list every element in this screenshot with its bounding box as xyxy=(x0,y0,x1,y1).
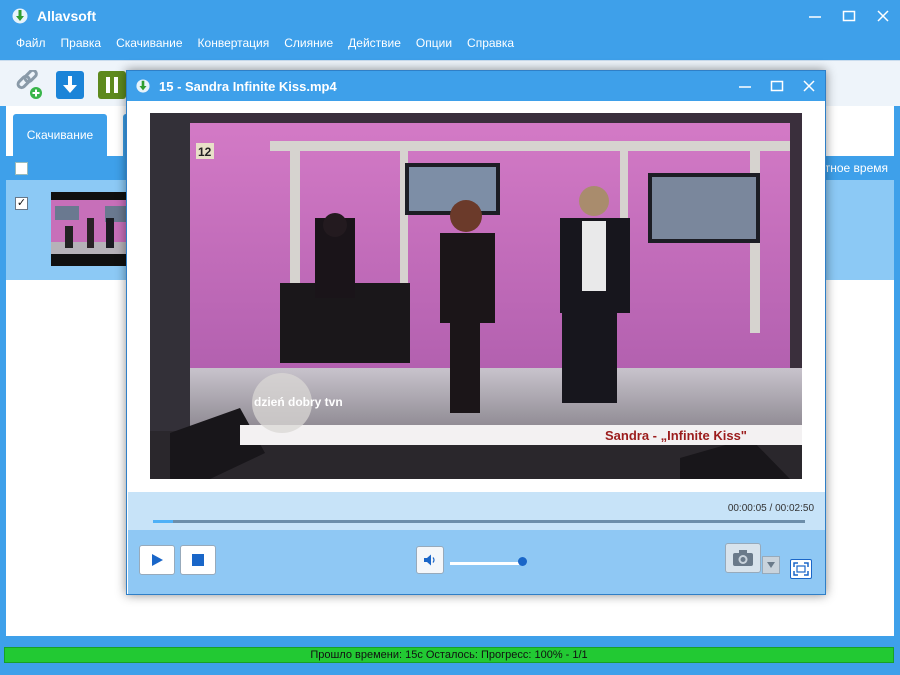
camera-icon xyxy=(733,550,753,566)
stop-icon xyxy=(192,554,204,566)
seek-bar[interactable] xyxy=(153,520,805,523)
speaker-icon xyxy=(424,554,435,566)
minimize-icon xyxy=(809,16,821,18)
app-title: Allavsoft xyxy=(37,8,97,24)
chevron-down-icon xyxy=(767,562,775,568)
menu-bar: Файл Правка Скачивание Конвертация Слиян… xyxy=(0,32,900,54)
minimize-button[interactable] xyxy=(798,0,832,32)
download-icon xyxy=(56,71,84,99)
video-caption: Sandra - „Infinite Kiss" xyxy=(605,428,747,443)
player-maximize-button[interactable] xyxy=(761,71,793,101)
menu-merge[interactable]: Слияние xyxy=(284,36,333,50)
tab-download[interactable]: Скачивание xyxy=(13,114,107,156)
close-icon xyxy=(877,10,889,22)
title-bar[interactable]: Allavsoft xyxy=(0,0,900,32)
maximize-icon xyxy=(770,80,784,92)
menu-download[interactable]: Скачивание xyxy=(116,36,182,50)
minimize-icon xyxy=(739,86,751,88)
maximize-button[interactable] xyxy=(832,0,866,32)
menu-file[interactable]: Файл xyxy=(16,36,46,50)
snapshot-button[interactable] xyxy=(725,543,761,573)
play-button[interactable] xyxy=(139,545,175,575)
close-button[interactable] xyxy=(866,0,900,32)
time-readout: 00:00:05 / 00:02:50 xyxy=(727,503,814,514)
menu-convert[interactable]: Конвертация xyxy=(198,36,270,50)
maximize-icon xyxy=(842,10,856,22)
menu-help[interactable]: Справка xyxy=(467,36,514,50)
stop-button[interactable] xyxy=(180,545,216,575)
pause-button[interactable] xyxy=(97,70,127,100)
fullscreen-button[interactable] xyxy=(790,559,812,579)
snapshot-dropdown-button[interactable] xyxy=(762,556,780,574)
player-controls xyxy=(128,530,825,594)
download-button[interactable] xyxy=(55,70,85,100)
close-icon xyxy=(803,80,815,92)
menu-edit[interactable]: Правка xyxy=(61,36,102,50)
add-link-button[interactable] xyxy=(14,70,44,100)
video-thumbnail xyxy=(51,192,129,266)
column-time-header[interactable]: тное время xyxy=(825,161,888,175)
add-link-icon xyxy=(16,70,42,99)
menu-options[interactable]: Опции xyxy=(416,36,452,50)
player-title-bar[interactable]: 15 - Sandra Infinite Kiss.mp4 xyxy=(127,71,825,101)
status-bar: Прошло времени: 15с Осталось: Прогресс: … xyxy=(4,647,894,663)
player-close-button[interactable] xyxy=(793,71,825,101)
volume-level xyxy=(450,562,522,565)
menu-action[interactable]: Действие xyxy=(348,36,401,50)
player-title: 15 - Sandra Infinite Kiss.mp4 xyxy=(159,78,337,94)
row-checkbox[interactable]: ✓ xyxy=(15,197,28,210)
seek-area: 00:00:05 / 00:02:50 xyxy=(128,492,825,530)
fullscreen-icon xyxy=(793,562,809,576)
player-minimize-button[interactable] xyxy=(729,71,761,101)
channel-number: 12 xyxy=(198,145,212,159)
video-frame[interactable]: Sandra - „Infinite Kiss" dzień dobry tvn… xyxy=(150,113,802,479)
volume-knob[interactable] xyxy=(517,557,527,566)
volume-slider[interactable] xyxy=(450,562,522,565)
select-all-checkbox[interactable] xyxy=(15,162,28,175)
app-logo-icon xyxy=(12,8,28,24)
player-window[interactable]: 15 - Sandra Infinite Kiss.mp4 Sandra - „… xyxy=(126,70,826,595)
player-logo-icon xyxy=(136,79,150,93)
play-icon xyxy=(152,554,163,566)
seek-progress xyxy=(153,520,173,523)
mute-button[interactable] xyxy=(416,546,444,574)
pause-icon xyxy=(98,71,126,99)
channel-logo: dzień dobry tvn xyxy=(254,395,343,409)
